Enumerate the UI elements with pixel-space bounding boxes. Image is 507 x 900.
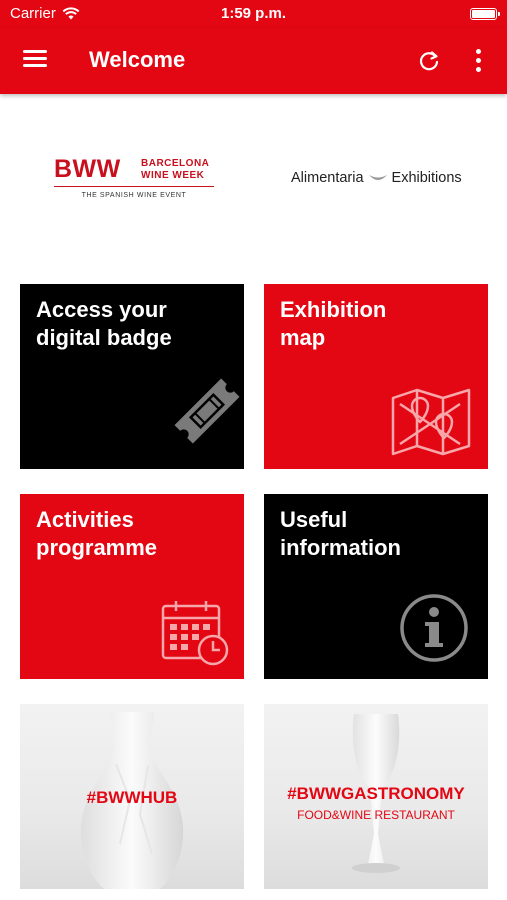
tile-exhibition-map[interactable]: Exhibition map [264,284,488,469]
smile-icon [368,175,387,180]
tile-activities-programme[interactable]: Activities programme [20,494,244,679]
app-bar: Welcome [0,28,507,94]
bwwhub-label: #BWWHUB [86,788,178,807]
tile-title: Exhibition map [280,297,387,350]
bwwgastronomy-subtitle: FOOD&WINE RESTAURANT [297,808,455,822]
bww-city: BARCELONA WINE WEEK [141,158,209,182]
tile-title: Access your digital badge [36,297,172,350]
bww-tagline: THE SPANISH WINE EVENT [81,192,187,199]
page-title: Welcome [89,47,186,72]
map-icon [391,388,471,456]
menu-button[interactable] [20,47,50,75]
tile-digital-badge[interactable]: Access your digital badge [20,284,244,469]
exhibitions-label: Exhibitions [391,170,462,186]
tile-useful-information[interactable]: Useful information [264,494,488,679]
bww-mark: BWW [54,155,121,183]
bww-logo: BWW BARCELONA WINE WEEK THE SPANISH WINE… [54,155,214,203]
bww-city-line1: BARCELONA [141,158,210,169]
info-icon [400,594,468,662]
calendar-clock-icon [161,601,229,666]
alimentaria-label: Alimentaria [291,170,364,186]
bww-divider [54,186,214,187]
tile-title: Activities programme [36,507,158,560]
battery-icon [470,8,500,20]
tile-title: Useful information [280,507,401,560]
refresh-icon[interactable] [414,46,444,76]
bww-city-line2: WINE WEEK [141,170,205,181]
alimentaria-exhibitions-logo: Alimentaria Exhibitions [291,167,476,189]
status-time: 1:59 p.m. [220,5,287,22]
bwwgastronomy-label: #BWWGASTRONOMY [287,784,465,803]
ticket-icon [174,378,240,444]
tile-bwwhub[interactable]: #BWWHUB [20,704,244,889]
tile-bwwgastronomy[interactable]: #BWWGASTRONOMY FOOD&WINE RESTAURANT [264,704,488,889]
more-options-icon[interactable] [464,46,492,76]
status-bar: Carrier 1:59 p.m. [0,0,507,28]
